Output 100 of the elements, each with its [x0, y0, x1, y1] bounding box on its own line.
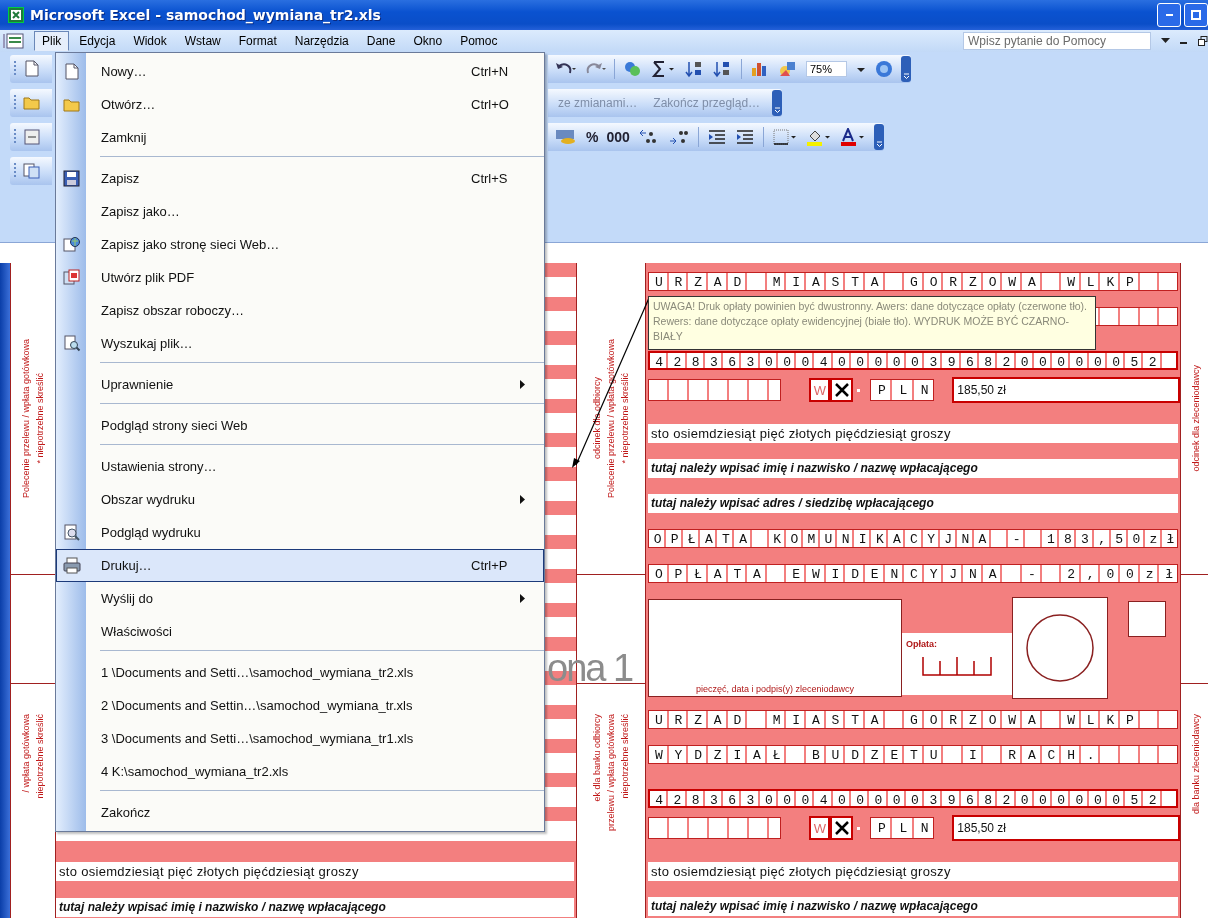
menu-item[interactable]: 1 \Documents and Setti…\samochod_wymiana_tr2.xls	[56, 656, 544, 689]
menu-item[interactable]: Nowy… Ctrl+N	[56, 55, 544, 88]
character-field: WYDZIAŁ BUDZETU I RACH.	[648, 745, 1178, 764]
grip-icon[interactable]	[14, 128, 17, 146]
submenu-arrow-icon[interactable]	[520, 495, 525, 504]
empty-field	[1128, 601, 1166, 637]
menu-item[interactable]: Zapisz jako stronę sieci Web…	[56, 228, 544, 261]
menu[interactable]: Okno	[405, 31, 451, 51]
restore-document-icon[interactable]	[1198, 36, 1208, 46]
excel-icon[interactable]	[8, 7, 24, 23]
fee-label: Opłata:	[905, 639, 937, 649]
vertical-label: przelewu / wpłata gotówkowa	[606, 713, 616, 831]
menu-item[interactable]: Utwórz plik PDF	[56, 261, 544, 294]
workbook-icon[interactable]	[2, 32, 24, 50]
toolbar-options-icon[interactable]	[901, 56, 912, 82]
menu[interactable]: Narzędzia	[286, 31, 357, 51]
menu[interactable]: Plik	[34, 31, 70, 51]
minimize-icon	[1165, 14, 1173, 16]
menu[interactable]: Edycja	[71, 31, 124, 51]
toolbar-options-icon[interactable]	[772, 90, 783, 116]
help-icon[interactable]	[875, 60, 894, 78]
printer-icon[interactable]	[63, 557, 81, 574]
search-icon[interactable]	[63, 335, 81, 352]
minimize-button[interactable]	[1157, 3, 1181, 27]
documents-icon[interactable]	[23, 162, 41, 180]
cross-mark-icon	[833, 820, 850, 836]
shortcut-label: Ctrl+P	[471, 558, 509, 573]
preview-icon[interactable]	[63, 524, 81, 541]
character-field: OPŁATA EWIDENCYJNA - 2,00zł	[648, 564, 1178, 583]
grip-icon[interactable]	[14, 162, 17, 180]
borders-icon[interactable]	[771, 128, 798, 146]
menu-item[interactable]: Uprawnienie	[56, 368, 544, 401]
new-page-icon[interactable]	[23, 60, 41, 78]
decrease-decimal-icon[interactable]	[667, 128, 690, 146]
menu-item[interactable]: Wyślij do	[56, 582, 544, 615]
amount-field: 185,50 zł	[952, 377, 1180, 403]
menu-item[interactable]: Zapisz Ctrl+S	[56, 162, 544, 195]
menu-item[interactable]: Zakończ	[56, 796, 544, 829]
amount-field: 185,50 zł	[952, 815, 1180, 841]
menu-item[interactable]: 4 K:\samochod_wymiana_tr2.xls	[56, 755, 544, 788]
menu-item[interactable]: Wyszukaj plik…	[56, 327, 544, 360]
vertical-label: * niepotrzebne skreślić	[620, 373, 630, 464]
vertical-label: niepotrzebne skreślić	[620, 713, 630, 799]
vertical-label: Polecenie przelewu / wpłata gotówkowa	[606, 338, 616, 498]
dropdown-arrow-icon[interactable]	[1161, 38, 1170, 44]
character-field: 4283630004000003968200000052	[648, 351, 1178, 370]
new-page-icon[interactable]	[63, 63, 81, 80]
checkbox[interactable]	[830, 816, 854, 840]
character-field: URZAD MIASTA GORZOWA WLKP	[648, 272, 1178, 291]
menu-item[interactable]: 2 \Documents and Settin…\samochod_wymiana_tr.xls	[56, 689, 544, 722]
vertical-label: odcinek dla zleceniodawcy	[1191, 365, 1201, 472]
fill-color-icon[interactable]	[805, 128, 832, 146]
comment-note: UWAGA! Druk opłaty powinien być dwustronny. Awers: dane dotyczące opłaty (czerwone tło). Rewers: dane dotyczące opłaty ewidencyjnej (białe tło). WYDRUK MOŻE BYĆ CZARNO-BIAŁY	[648, 296, 1096, 350]
pdf-icon[interactable]	[63, 269, 81, 286]
menu-item[interactable]: 3 \Documents and Setti…\samochod_wymiana_tr1.xls	[56, 722, 544, 755]
menu-item[interactable]: Zamknij	[56, 121, 544, 154]
menu-item[interactable]: Zapisz obszar roboczy…	[56, 294, 544, 327]
menu-item[interactable]: Obszar wydruku	[56, 483, 544, 516]
shortcut-label: Ctrl+S	[471, 171, 509, 186]
vertical-label: * niepotrzebne skreślić	[35, 373, 45, 464]
menu-item[interactable]: Zapisz jako…	[56, 195, 544, 228]
menu-item[interactable]: Drukuj… Ctrl+P	[56, 549, 544, 582]
menu[interactable]: Wstaw	[176, 31, 229, 51]
toolbar-button[interactable]: %	[586, 129, 599, 145]
help-search-field[interactable]: Wpisz pytanie do Pomocy	[963, 32, 1151, 50]
globe-page-icon[interactable]	[63, 236, 81, 253]
menu-item[interactable]: Otwórz… Ctrl+O	[56, 88, 544, 121]
sum-icon[interactable]	[651, 60, 677, 78]
toolbar-button[interactable]: 000	[606, 129, 630, 145]
checkbox[interactable]	[830, 378, 854, 402]
character-field: PLN	[870, 817, 935, 839]
drawing-icon[interactable]	[778, 60, 798, 78]
character-field: PLN	[870, 379, 935, 401]
increase-indent-icon[interactable]	[734, 128, 755, 146]
menu[interactable]: Pomoc	[452, 31, 506, 51]
menu-item[interactable]: Ustawienia strony…	[56, 450, 544, 483]
decrease-indent-icon[interactable]	[706, 128, 727, 146]
submenu-arrow-icon[interactable]	[520, 380, 525, 389]
save-icon[interactable]	[63, 170, 81, 187]
cross-mark-icon	[833, 382, 850, 398]
grip-icon[interactable]	[14, 94, 17, 112]
character-field: 4283630004000003968200000052	[648, 789, 1178, 808]
menu[interactable]: Dane	[358, 31, 404, 51]
window-title: Microsoft Excel - samochod_wymiana_tr2.xls	[30, 7, 381, 23]
maximize-button[interactable]	[1184, 3, 1208, 27]
grip-icon[interactable]	[14, 60, 17, 78]
stamp-caption: pieczęć, data i podpis(y) zleceniodawcy	[695, 684, 855, 696]
font-color-icon[interactable]	[839, 128, 866, 146]
vertical-label: dla banku zleceniodawcy	[1191, 713, 1201, 814]
menu-item[interactable]: Podgląd wydruku	[56, 516, 544, 549]
shortcut-label: Ctrl+N	[471, 64, 510, 79]
menu[interactable]: Widok	[125, 31, 175, 51]
toolbar-options-icon[interactable]	[873, 124, 884, 150]
shortcut-label: Ctrl+O	[471, 97, 510, 112]
submenu-arrow-icon[interactable]	[520, 594, 525, 603]
menu[interactable]: Format	[230, 31, 285, 51]
character-field: OPŁATA KOMUNIKACYJNA - 183,50zł	[648, 529, 1178, 548]
zoom-field[interactable]: 75%	[806, 61, 848, 77]
menu-item[interactable]: Podgląd strony sieci Web	[56, 409, 544, 442]
menu-item[interactable]: Właściwości	[56, 615, 544, 648]
